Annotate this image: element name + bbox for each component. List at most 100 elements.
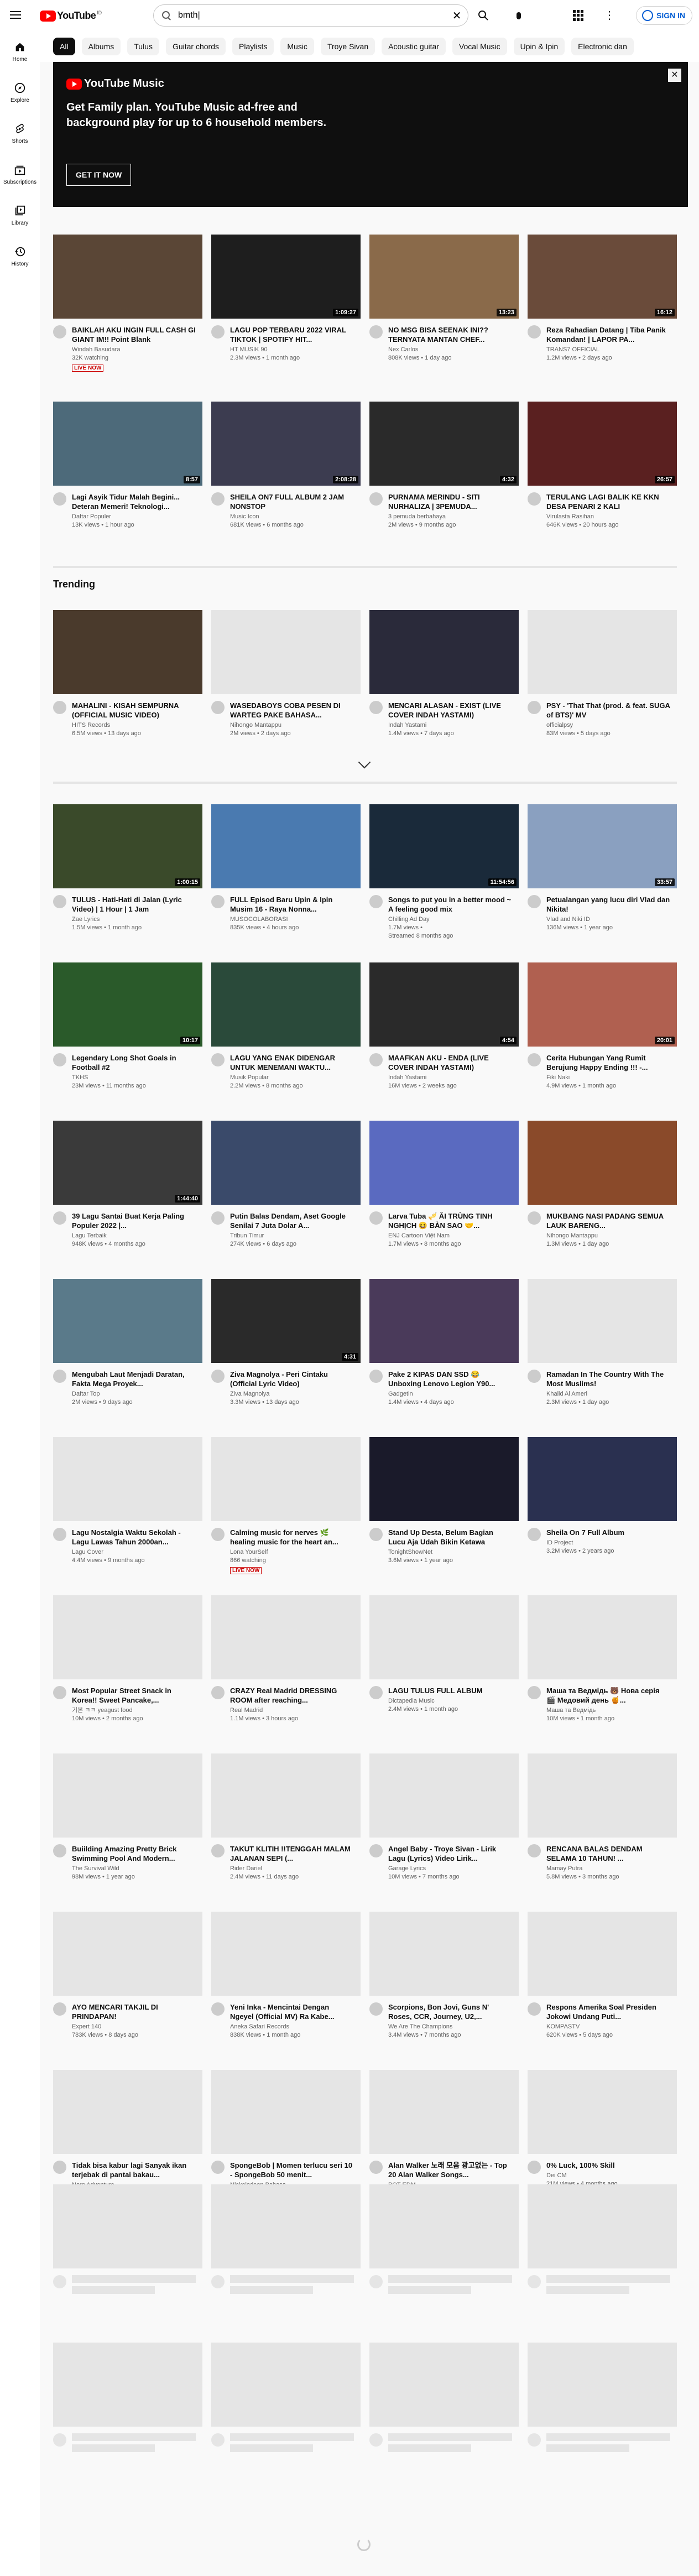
- video-card[interactable]: 10:17 Legendary Long Shot Goals in Footba…: [53, 962, 202, 1121]
- video-thumbnail[interactable]: [53, 1753, 202, 1838]
- video-card[interactable]: Putin Balas Dendam, Aset Google Senilai …: [211, 1121, 361, 1279]
- video-thumbnail[interactable]: [211, 2070, 361, 2154]
- video-card[interactable]: 1:44:40 39 Lagu Santai Buat Kerja Paling …: [53, 1121, 202, 1279]
- video-thumbnail[interactable]: [211, 1912, 361, 1996]
- chip[interactable]: Music: [280, 38, 314, 55]
- channel-avatar[interactable]: [369, 492, 383, 506]
- clear-icon[interactable]: ✕: [446, 9, 468, 23]
- sign-in-button[interactable]: SIGN IN: [636, 6, 693, 25]
- video-thumbnail[interactable]: 26:57: [528, 402, 677, 486]
- channel-avatar[interactable]: [369, 1370, 383, 1383]
- channel-avatar[interactable]: [528, 2002, 541, 2016]
- channel-name[interactable]: Rider Dariel: [230, 1865, 354, 1873]
- channel-name[interactable]: officialpsy: [546, 721, 670, 730]
- video-title[interactable]: Songs to put you in a better mood ~ A fe…: [388, 895, 512, 914]
- channel-name[interactable]: Nex Carlos: [388, 346, 512, 354]
- channel-avatar[interactable]: [53, 1370, 66, 1383]
- video-thumbnail[interactable]: [528, 1595, 677, 1679]
- chip[interactable]: Electronic dan: [571, 38, 634, 55]
- apps-icon[interactable]: [573, 10, 584, 21]
- channel-name[interactable]: ENJ Cartoon Việt Nam: [388, 1232, 512, 1240]
- video-title[interactable]: WASEDABOYS COBA PESEN DI WARTEG PAKE BAH…: [230, 701, 354, 720]
- guide-item-history[interactable]: History: [2, 236, 38, 277]
- channel-avatar[interactable]: [53, 2161, 66, 2174]
- channel-avatar[interactable]: [53, 325, 66, 339]
- video-title[interactable]: PURNAMA MERINDU - SITI NURHALIZA | 3PEMU…: [388, 492, 512, 511]
- video-title[interactable]: Reza Rahadian Datang | Tiba Panik Komand…: [546, 325, 670, 344]
- search-box[interactable]: ✕: [153, 4, 468, 27]
- channel-name[interactable]: The Survival Wild: [72, 1865, 196, 1873]
- video-card[interactable]: RENCANA BALAS DENDAM SELAMA 10 TAHUN! ..…: [528, 1753, 677, 1912]
- channel-avatar[interactable]: [528, 701, 541, 714]
- video-card[interactable]: 2:08:28 SHEILA ON7 FULL ALBUM 2 JAM NONST…: [211, 402, 361, 560]
- video-thumbnail[interactable]: [53, 235, 202, 319]
- menu-icon[interactable]: [9, 9, 22, 22]
- channel-name[interactable]: Lona YourSelf: [230, 1548, 354, 1557]
- channel-avatar[interactable]: [53, 895, 66, 908]
- channel-avatar[interactable]: [528, 1528, 541, 1541]
- video-title[interactable]: MUKBANG NASI PADANG SEMUA LAUK BARENG...: [546, 1211, 670, 1230]
- channel-avatar[interactable]: [528, 492, 541, 506]
- guide-item-shorts[interactable]: Shorts: [2, 113, 38, 154]
- video-thumbnail[interactable]: [53, 1437, 202, 1521]
- channel-name[interactable]: Ziva Magnolya: [230, 1390, 354, 1398]
- channel-avatar[interactable]: [211, 1844, 225, 1857]
- video-card[interactable]: 26:57 TERULANG LAGI BALIK KE KKN DESA PEN…: [528, 402, 677, 560]
- channel-avatar[interactable]: [211, 2002, 225, 2016]
- video-card[interactable]: Angel Baby - Troye Sivan - Lirik Lagu (L…: [369, 1753, 519, 1912]
- chip[interactable]: Albums: [81, 38, 121, 55]
- chip[interactable]: Troye Sivan: [320, 38, 375, 55]
- channel-name[interactable]: Dei CM: [546, 2172, 670, 2180]
- channel-name[interactable]: Nihongo Mantappu: [546, 1232, 670, 1240]
- channel-name[interactable]: Tribun Timur: [230, 1232, 354, 1240]
- channel-avatar[interactable]: [211, 1686, 225, 1699]
- channel-name[interactable]: Aneka Safari Records: [230, 2023, 354, 2031]
- channel-name[interactable]: KOMPASTV: [546, 2023, 670, 2031]
- channel-name[interactable]: 3 pemuda berbahaya: [388, 513, 512, 521]
- video-title[interactable]: SHEILA ON7 FULL ALBUM 2 JAM NONSTOP: [230, 492, 354, 511]
- channel-name[interactable]: Daftar Populer: [72, 513, 196, 521]
- video-thumbnail[interactable]: [528, 1279, 677, 1363]
- channel-avatar[interactable]: [53, 701, 66, 714]
- video-thumbnail[interactable]: [528, 1753, 677, 1838]
- channel-name[interactable]: We Are The Champions: [388, 2023, 512, 2031]
- video-title[interactable]: Calming music for nerves 🌿 healing music…: [230, 1528, 354, 1547]
- channel-avatar[interactable]: [528, 1844, 541, 1857]
- more-vertical-icon[interactable]: ⋮: [603, 9, 616, 22]
- chip[interactable]: Guitar chords: [165, 38, 226, 55]
- video-title[interactable]: MENCARI ALASAN - EXIST (LIVE COVER INDAH…: [388, 701, 512, 720]
- video-card[interactable]: 1:09:27 LAGU POP TERBARU 2022 VIRAL TIKTO…: [211, 235, 361, 393]
- video-title[interactable]: Stand Up Desta, Belum Bagian Lucu Aja Ud…: [388, 1528, 512, 1547]
- channel-name[interactable]: Mamay Putra: [546, 1865, 670, 1873]
- video-thumbnail[interactable]: [528, 2070, 677, 2154]
- channel-name[interactable]: Fiki Naki: [546, 1074, 670, 1082]
- video-card[interactable]: Маша та Ведмідь 🐻 Нова серія 🎬 Медовий д…: [528, 1595, 677, 1753]
- channel-name[interactable]: TonightShowNet: [388, 1548, 512, 1557]
- video-title[interactable]: Ziva Magnolya - Peri Cintaku (Official L…: [230, 1370, 354, 1388]
- video-card[interactable]: PSY - 'That That (prod. & feat. SUGA of …: [528, 610, 677, 768]
- video-thumbnail[interactable]: 16:12: [528, 235, 677, 319]
- channel-name[interactable]: Indah Yastami: [388, 721, 512, 730]
- video-title[interactable]: AYO MENCARI TAKJIL DI PRINDAPAN!: [72, 2002, 196, 2021]
- video-card[interactable]: Yeni Inka - Mencintai Dengan Ngeyel (Off…: [211, 1912, 361, 2070]
- channel-avatar[interactable]: [211, 1528, 225, 1541]
- video-thumbnail[interactable]: 33:57: [528, 804, 677, 888]
- video-title[interactable]: Legendary Long Shot Goals in Football #2: [72, 1053, 196, 1072]
- video-thumbnail[interactable]: [528, 1121, 677, 1205]
- video-card[interactable]: MUKBANG NASI PADANG SEMUA LAUK BARENG...…: [528, 1121, 677, 1279]
- channel-name[interactable]: Lagu Terbaik: [72, 1232, 196, 1240]
- video-card[interactable]: TAKUT KLITIH !!TENGGAH MALAM JALANAN SEP…: [211, 1753, 361, 1912]
- video-card[interactable]: MENCARI ALASAN - EXIST (LIVE COVER INDAH…: [369, 610, 519, 768]
- channel-avatar[interactable]: [211, 1370, 225, 1383]
- video-thumbnail[interactable]: 1:09:27: [211, 235, 361, 319]
- video-card[interactable]: 20:01 Cerita Hubungan Yang Rumit Berujung…: [528, 962, 677, 1121]
- video-card[interactable]: Ramadan In The Country With The Most Mus…: [528, 1279, 677, 1437]
- video-title[interactable]: Scorpions, Bon Jovi, Guns N' Roses, CCR,…: [388, 2002, 512, 2021]
- video-card[interactable]: 11:54:56 Songs to put you in a better moo…: [369, 804, 519, 962]
- video-card[interactable]: 16:12 Reza Rahadian Datang | Tiba Panik K…: [528, 235, 677, 393]
- channel-avatar[interactable]: [369, 1844, 383, 1857]
- video-title[interactable]: Larva Tuba 🎺 ĂI TRÙNG TINH NGHỊCH 😆 BẢN …: [388, 1211, 512, 1230]
- channel-avatar[interactable]: [211, 325, 225, 339]
- video-card[interactable]: LAGU TULUS FULL ALBUM Dictapedia Music 2.4…: [369, 1595, 519, 1753]
- video-thumbnail[interactable]: [369, 610, 519, 694]
